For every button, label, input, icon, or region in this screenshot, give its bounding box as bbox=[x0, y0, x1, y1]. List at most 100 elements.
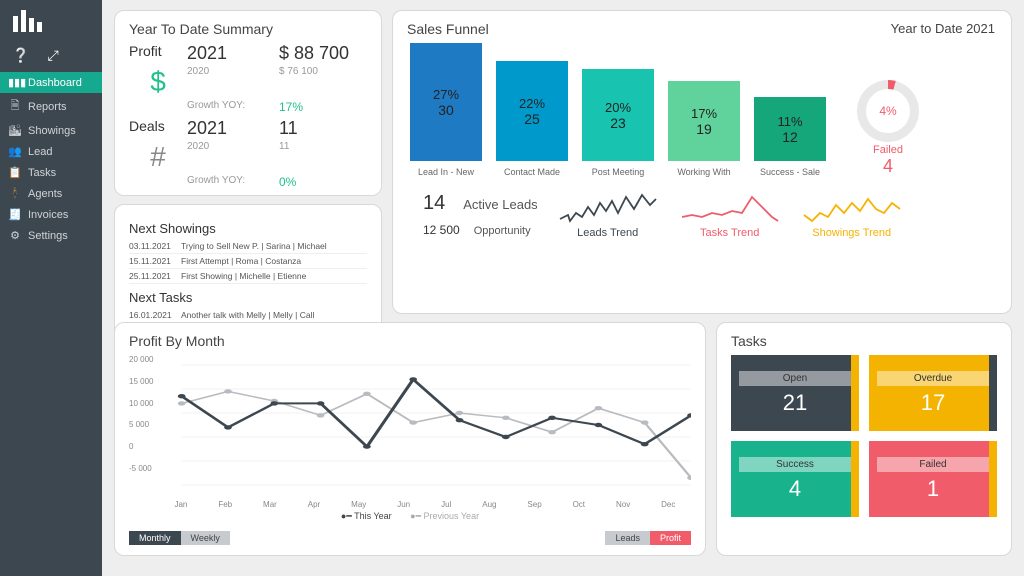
tasks-title: Tasks bbox=[731, 333, 997, 349]
funnel-pct: 27% bbox=[433, 87, 459, 102]
desc: Trying to Sell New P. | Sarina | Michael bbox=[181, 241, 327, 251]
funnel-count: 30 bbox=[438, 102, 454, 118]
ytd-growth-label: Growth YOY: bbox=[187, 100, 279, 114]
logo bbox=[0, 0, 102, 43]
task-box[interactable]: Open 21 bbox=[731, 355, 859, 431]
task-label: Open bbox=[739, 371, 852, 386]
opportunity-value: 12 500 bbox=[423, 223, 460, 237]
ytd-prev-year: 2020 bbox=[187, 66, 279, 98]
tab-leads[interactable]: Leads bbox=[605, 531, 650, 545]
tab-weekly[interactable]: Weekly bbox=[181, 531, 230, 545]
funnel-stage[interactable]: 27% 30 Lead In - New bbox=[407, 43, 485, 177]
x-tick: May bbox=[351, 500, 366, 509]
funnel-stage[interactable]: 20% 23 Post Meeting bbox=[579, 69, 657, 177]
ytd-year: 2021 bbox=[187, 43, 279, 64]
funnel-stage[interactable]: 11% 12 Success - Sale bbox=[751, 97, 829, 177]
funnel-label: Post Meeting bbox=[592, 167, 645, 177]
x-tick: Sep bbox=[527, 500, 541, 509]
nav-agents[interactable]: 🕴Agents bbox=[0, 183, 102, 204]
legend-prev: Previous Year bbox=[424, 511, 480, 521]
ytd-summary-card: Year To Date Summary Profit 2021 $ 88 70… bbox=[114, 10, 382, 196]
funnel-label: Contact Made bbox=[504, 167, 560, 177]
funnel-label: Lead In - New bbox=[418, 167, 474, 177]
date: 15.11.2021 bbox=[129, 256, 171, 266]
funnel-bar: 20% 23 bbox=[582, 69, 654, 161]
ytd-prev-value: 11 bbox=[279, 141, 359, 173]
ytd-icon: # bbox=[129, 141, 187, 173]
task-label: Success bbox=[739, 457, 852, 472]
desc: Another talk with Melly | Melly | Call bbox=[181, 310, 314, 320]
expand-icon[interactable]: ⤢ bbox=[47, 47, 58, 64]
ytd-row: Deals 2021 11 # 2020 11 Growth YOY: 0% bbox=[129, 118, 367, 189]
list-item[interactable]: 16.01.2021Another talk with Melly | Mell… bbox=[129, 308, 367, 323]
opportunity-label: Opportunity bbox=[474, 225, 531, 237]
funnel-pct: 11% bbox=[777, 114, 802, 129]
funnel-bar: 11% 12 bbox=[754, 97, 826, 161]
ytd-title: Year To Date Summary bbox=[129, 21, 367, 37]
nav-label: Agents bbox=[28, 188, 62, 200]
funnel-count: 23 bbox=[610, 115, 626, 131]
x-tick: Jan bbox=[174, 500, 187, 509]
profit-title: Profit By Month bbox=[129, 333, 691, 349]
nav-settings[interactable]: ⚙ Settings bbox=[0, 225, 102, 246]
funnel-count: 12 bbox=[782, 129, 798, 145]
y-tick: 5 000 bbox=[129, 420, 153, 429]
funnel-pct: 22% bbox=[519, 96, 545, 111]
tab-profit[interactable]: Profit bbox=[650, 531, 691, 545]
list-item[interactable]: 03.11.2021 Trying to Sell New P. | Sarina… bbox=[129, 239, 367, 254]
profit-card: Profit By Month 20 00015 00010 0005 0000… bbox=[114, 322, 706, 556]
spark-label: Showings Trend bbox=[812, 227, 891, 239]
nav-lead[interactable]: 👥Lead bbox=[0, 141, 102, 162]
building-icon: 🏙 bbox=[8, 124, 22, 137]
task-box[interactable]: Overdue 17 bbox=[869, 355, 997, 431]
main: Year To Date Summary Profit 2021 $ 88 70… bbox=[102, 0, 1024, 576]
funnel-bar: 27% 30 bbox=[410, 43, 482, 161]
y-tick: 10 000 bbox=[129, 399, 153, 408]
funnel-pct: 17% bbox=[691, 106, 717, 121]
funnel-label: Working With bbox=[677, 167, 730, 177]
task-accent bbox=[989, 441, 997, 517]
nav-label: Reports bbox=[28, 101, 67, 113]
tab-monthly[interactable]: Monthly bbox=[129, 531, 181, 545]
date: 03.11.2021 bbox=[129, 241, 171, 251]
task-label: Overdue bbox=[877, 371, 990, 386]
spark-label: Leads Trend bbox=[577, 227, 638, 239]
task-value: 21 bbox=[783, 390, 807, 416]
nav-reports[interactable]: 🗎 Reports bbox=[0, 93, 102, 120]
task-value: 1 bbox=[927, 476, 939, 502]
funnel-bar: 17% 19 bbox=[668, 81, 740, 161]
nav-invoices[interactable]: 🧾Invoices bbox=[0, 204, 102, 225]
failed-label: Failed bbox=[857, 144, 919, 156]
ytd-row: Profit 2021 $ 88 700 $ 2020 $ 76 100 Gro… bbox=[129, 43, 367, 114]
funnel-stage[interactable]: 17% 19 Working With bbox=[665, 81, 743, 177]
nav-tasks[interactable]: 📋 Tasks bbox=[0, 162, 102, 183]
list-item[interactable]: 25.11.2021First Showing | Michelle | Eti… bbox=[129, 269, 367, 284]
donut-icon: 4% bbox=[857, 80, 919, 142]
doc-icon: 🗎 bbox=[8, 97, 22, 116]
nav-label: Settings bbox=[28, 230, 68, 242]
task-box[interactable]: Success 4 bbox=[731, 441, 859, 517]
funnel-pct: 20% bbox=[605, 100, 631, 115]
next-tasks-title: Next Tasks bbox=[129, 290, 367, 305]
nav-dashboard[interactable]: ▮▮▮Dashboard bbox=[0, 72, 102, 93]
x-tick: Aug bbox=[482, 500, 496, 509]
ytd-growth: 17% bbox=[279, 100, 359, 114]
funnel-stage[interactable]: 22% 25 Contact Made bbox=[493, 61, 571, 177]
gear-icon: ⚙ bbox=[8, 229, 22, 242]
clipboard-icon: 📋 bbox=[8, 166, 22, 179]
tasks-card: Tasks Open 21 Overdue 17 Success 4 Faile… bbox=[716, 322, 1012, 556]
help-icon[interactable]: ❔ bbox=[12, 47, 29, 64]
y-tick: 15 000 bbox=[129, 377, 153, 386]
nav-label: Lead bbox=[28, 146, 52, 158]
ytd-prev-year: 2020 bbox=[187, 141, 279, 173]
x-tick: Feb bbox=[218, 500, 232, 509]
nav-label: Tasks bbox=[28, 167, 56, 179]
active-leads-count: 14 bbox=[423, 192, 445, 214]
list-item[interactable]: 15.11.2021First Attempt | Roma | Costanz… bbox=[129, 254, 367, 269]
sparkline: Tasks Trend bbox=[680, 191, 780, 239]
ytd-year: 2021 bbox=[187, 118, 279, 139]
nav-showings[interactable]: 🏙Showings bbox=[0, 120, 102, 141]
failed-pct: 4% bbox=[866, 89, 910, 133]
task-box[interactable]: Failed 1 bbox=[869, 441, 997, 517]
x-tick: Oct bbox=[573, 500, 585, 509]
